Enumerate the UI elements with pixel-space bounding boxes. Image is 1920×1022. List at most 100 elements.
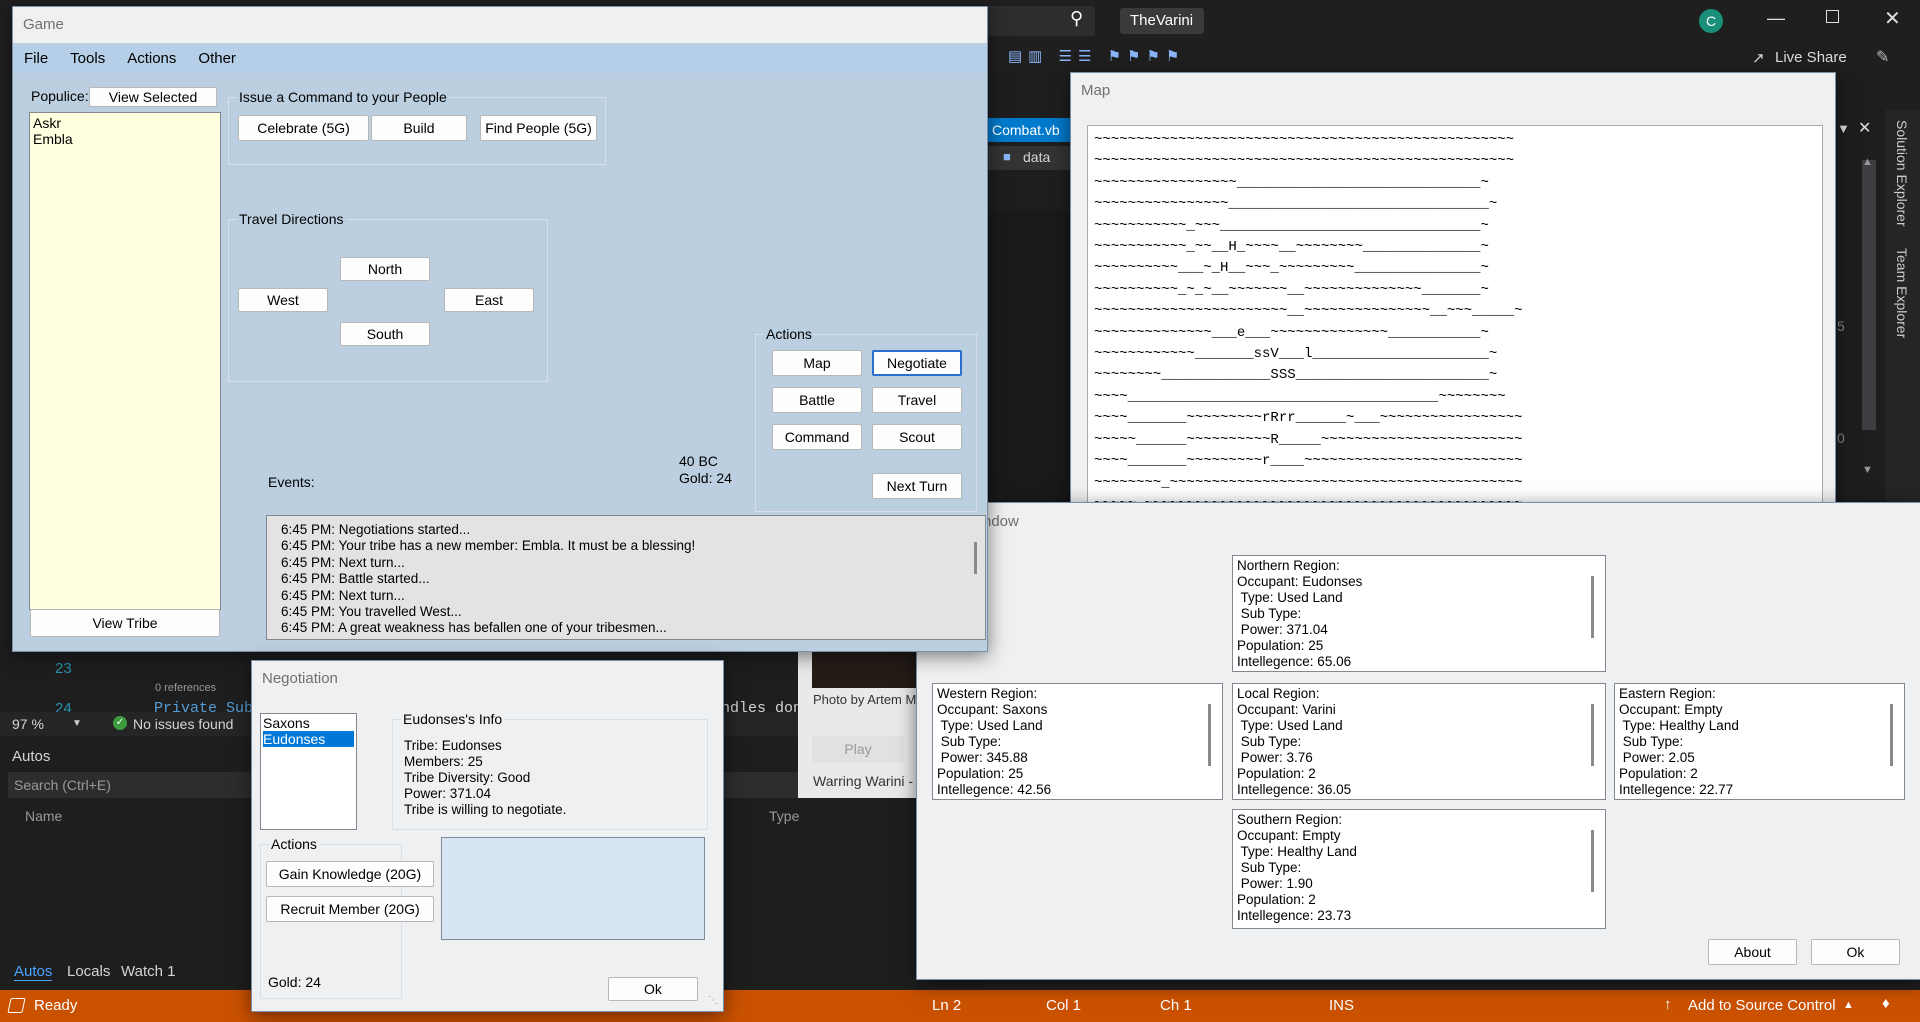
find-people-button[interactable]: Find People (5G) — [480, 115, 597, 141]
map-row: ~~~~~~~~~~~~_______ssV___l______________… — [1094, 346, 1498, 363]
issues-label[interactable]: No issues found — [133, 716, 233, 732]
northern-region-box[interactable]: Northern Region: Occupant: Eudonses Type:… — [1232, 555, 1606, 672]
map-row: ~~~~~~~~~~___~_H__~~~_~~~~~~~~~_________… — [1094, 260, 1489, 277]
tab-locals[interactable]: Locals — [67, 963, 110, 980]
vertical-scrollbar[interactable] — [1862, 160, 1876, 430]
tribe-list[interactable]: Saxons Eudonses — [260, 713, 357, 830]
populace-list[interactable]: Askr Embla — [29, 112, 221, 610]
negotiate-button[interactable]: Negotiate — [872, 350, 962, 376]
local-region-box[interactable]: Local Region: Occupant: Varini Type: Used… — [1232, 683, 1606, 800]
recruit-member-button[interactable]: Recruit Member (20G) — [266, 896, 434, 922]
map-button[interactable]: Map — [772, 350, 862, 376]
resize-grip-icon[interactable]: ⋱ — [708, 995, 718, 1006]
avatar[interactable]: C — [1699, 9, 1723, 33]
region-line: Eastern Region: — [1619, 686, 1716, 701]
column-header-name[interactable]: Name — [25, 808, 62, 824]
list-item: Eudonses — [263, 731, 354, 747]
scroll-down-icon[interactable]: ▼ — [1862, 464, 1873, 476]
toolbar-icons[interactable]: ▤▥ ☰☰ ⚑⚑⚑⚑ — [1008, 47, 1185, 65]
tab-pin-icon[interactable]: ▼ — [1837, 121, 1850, 136]
status-ch: Ch 1 — [1160, 997, 1192, 1014]
region-line: Population: 2 — [1619, 766, 1698, 781]
region-line: Type: Used Land — [1237, 718, 1343, 733]
next-turn-button[interactable]: Next Turn — [872, 473, 962, 499]
gain-knowledge-button[interactable]: Gain Knowledge (20G) — [266, 861, 434, 887]
tribe-info: Tribe: Eudonses Members: 25 Tribe Diversit… — [404, 738, 566, 818]
southern-region-box[interactable]: Southern Region: Occupant: Empty Type: He… — [1232, 809, 1606, 929]
build-button[interactable]: Build — [371, 115, 467, 141]
minimize-icon[interactable]: — — [1767, 8, 1785, 29]
scout-button[interactable]: Scout — [872, 424, 962, 450]
region-line: Power: 1.90 — [1237, 876, 1313, 891]
celebrate-button[interactable]: Celebrate (5G) — [238, 115, 369, 141]
ready-icon — [7, 998, 26, 1013]
menu-actions[interactable]: Actions — [116, 45, 187, 73]
menu-other[interactable]: Other — [187, 45, 247, 73]
east-button[interactable]: East — [444, 288, 534, 312]
chevron-up-icon[interactable]: ▲ — [1843, 999, 1854, 1011]
tab-autos[interactable]: Autos — [14, 963, 53, 981]
restore-icon[interactable] — [1826, 10, 1839, 23]
scout-window: ndow Northern Region: Occupant: Eudonses … — [916, 502, 1920, 980]
negotiation-ok-button[interactable]: Ok — [608, 977, 698, 1001]
list-item: Embla — [33, 131, 73, 147]
scout-ok-button[interactable]: Ok — [1811, 939, 1900, 965]
menu-tools[interactable]: Tools — [59, 45, 116, 73]
splash-title: Warring Warini - / — [813, 773, 921, 789]
photo-credit: Photo by Artem M — [813, 692, 917, 707]
populace-label: Populice: — [31, 88, 89, 104]
region-scrollbar[interactable] — [1591, 830, 1594, 892]
tab-close-icon[interactable]: ✕ — [1858, 118, 1871, 138]
bell-icon[interactable]: ♦ — [1882, 995, 1890, 1012]
scroll-up-icon[interactable]: ▲ — [1862, 156, 1873, 168]
game-menubar: File Tools Actions Other — [13, 45, 987, 73]
region-line: Intellegence: 65.06 — [1237, 654, 1352, 669]
play-button[interactable]: Play — [812, 736, 904, 762]
map-row: ~~~~~~~~~~~~~~___e___~~~~~~~~~~~~~~_____… — [1094, 324, 1489, 341]
region-line: Power: 371.04 — [1237, 622, 1328, 637]
map-row: ~~~~~~~~~~~~~~~~________________________… — [1094, 196, 1498, 213]
region-scrollbar[interactable] — [1208, 704, 1211, 766]
region-scrollbar[interactable] — [1890, 704, 1893, 766]
west-button[interactable]: West — [238, 288, 328, 312]
north-button[interactable]: North — [340, 257, 430, 281]
eastern-region-box[interactable]: Eastern Region: Occupant: Empty Type: Hea… — [1614, 683, 1905, 800]
travel-group-label: Travel Directions — [237, 211, 346, 227]
source-control-button[interactable]: Add to Source Control — [1688, 997, 1836, 1014]
western-region-box[interactable]: Western Region: Occupant: Saxons Type: Us… — [932, 683, 1223, 800]
arrow-up-icon: ↑ — [1664, 996, 1672, 1013]
region-scrollbar[interactable] — [1591, 576, 1594, 638]
region-line: Sub Type: — [1237, 860, 1302, 875]
autos-title: Autos — [12, 748, 51, 765]
view-selected-button[interactable]: View Selected — [89, 87, 217, 107]
command-button[interactable]: Command — [772, 424, 862, 450]
actions-group-label: Actions — [764, 326, 814, 342]
column-header-type[interactable]: Type — [769, 808, 799, 824]
live-share-icon[interactable]: ↗ — [1752, 49, 1765, 67]
zoom-dropdown[interactable]: 97 % — [12, 716, 44, 732]
feedback-icon[interactable]: ✎ — [1876, 47, 1889, 67]
events-list[interactable]: 6:45 PM: Negotiations started... 6:45 PM:… — [266, 515, 986, 640]
about-button[interactable]: About — [1708, 939, 1797, 965]
events-scrollbar[interactable] — [974, 542, 977, 574]
view-tribe-button[interactable]: View Tribe — [30, 609, 220, 637]
live-share-button[interactable]: Live Share — [1775, 49, 1847, 66]
travel-button[interactable]: Travel — [872, 387, 962, 413]
negotiation-gold: Gold: 24 — [268, 974, 321, 990]
region-line: Southern Region: — [1237, 812, 1343, 827]
scout-window-title: ndow — [983, 513, 1019, 530]
search-icon[interactable]: ⚲ — [1070, 8, 1083, 29]
south-button[interactable]: South — [340, 322, 430, 346]
status-ready: Ready — [34, 997, 78, 1014]
info-line: Tribe Diversity: Good — [404, 770, 531, 785]
tab-team-explorer[interactable]: Team Explorer — [1880, 248, 1910, 348]
list-item: Askr — [33, 115, 61, 131]
menu-file[interactable]: File — [13, 45, 59, 73]
battle-button[interactable]: Battle — [772, 387, 862, 413]
region-scrollbar[interactable] — [1591, 704, 1594, 766]
region-line: Northern Region: — [1237, 558, 1340, 573]
tab-watch-1[interactable]: Watch 1 — [121, 963, 175, 980]
close-icon[interactable]: ✕ — [1884, 6, 1901, 31]
zoom-chevron-icon[interactable]: ▼ — [72, 718, 82, 729]
tab-solution-explorer[interactable]: Solution Explorer — [1880, 120, 1910, 240]
